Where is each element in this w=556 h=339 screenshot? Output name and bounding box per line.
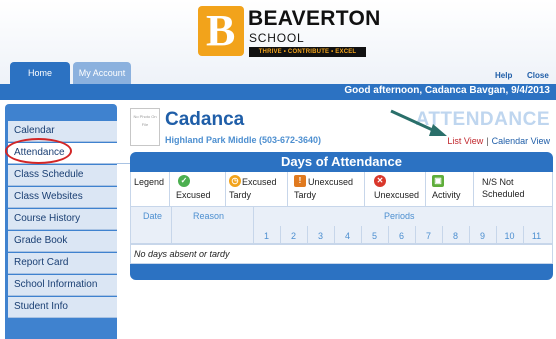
legend-label-cell: Legend [131,172,170,206]
period-number: 9 [479,231,485,241]
legend-text: Excused [242,177,277,187]
period-number: 3 [317,231,323,241]
sidebar-item-class-schedule[interactable]: Class Schedule [8,165,117,186]
logo-mark-icon: B [198,6,244,56]
legend-label: Legend [134,177,165,187]
attendance-panel: No Photo On File Cadanca Highland Park M… [127,104,556,282]
period-number: 7 [425,231,431,241]
sidebar-item-course-history[interactable]: Course History [8,209,117,230]
empty-message: No days absent or tardy [130,244,553,264]
table-footer [130,264,553,280]
sidebar-item-grade-book[interactable]: Grade Book [8,231,117,252]
legend-text: Tardy [229,190,252,200]
legend-excused-tardy: ◷ Excused Tardy [226,172,288,206]
greeting-text: Good afternoon, Cadanca Bavgan, 9/4/2013 [344,85,550,96]
list-view-link[interactable]: List View [447,136,483,146]
legend-text: Unexcused [374,190,420,200]
column-header-date: Date [143,211,163,221]
highlight-circle [5,138,72,164]
sidebar-item-student-info[interactable]: Student Info [8,297,117,318]
legend-text: Tardy [294,190,317,200]
check-circle-icon: ✓ [178,175,190,187]
legend-text: Unexcused [308,177,354,187]
view-switcher: List View | Calendar View [447,136,550,146]
clock-icon: ◷ [229,175,241,187]
period-number: 6 [398,231,404,241]
logo-tagline: THRIVE • CONTRIBUTE • EXCEL [249,47,366,57]
tab-home[interactable]: Home [10,62,70,84]
pointer-arrow-icon [390,109,447,136]
legend-unexcused-tardy: ! Unexcused Tardy [288,172,365,206]
legend-text: Excused [176,190,211,200]
period-number: 5 [371,231,377,241]
table-title: Days of Attendance [130,152,553,172]
x-circle-icon: ✕ [374,175,386,187]
greeting-bar: Good afternoon, Cadanca Bavgan, 9/4/2013 [0,84,556,100]
logo-title: BEAVERTON [248,7,381,30]
close-link[interactable]: Close [527,71,549,80]
legend-not-scheduled: N/S Not Scheduled [474,172,554,206]
help-link[interactable]: Help [495,71,512,80]
period-number: 8 [452,231,458,241]
period-number: 10 [504,231,515,241]
view-separator: | [486,136,489,146]
legend-text: Activity [432,190,461,200]
column-divider [171,207,172,245]
tab-my-account[interactable]: My Account [73,62,131,84]
student-name: Cadanca [165,109,245,130]
logo-letter: B [206,6,236,55]
period-number: 4 [344,231,350,241]
legend-row: Legend ✓ Excused ◷ Excused Tardy ! Unexc… [130,172,553,206]
column-header-reason: Reason [193,211,225,221]
activity-icon: ▣ [432,175,444,187]
sidebar-item-class-websites[interactable]: Class Websites [8,187,117,208]
student-photo: No Photo On File [130,108,160,146]
sidebar-item-school-information[interactable]: School Information [8,275,117,296]
period-number: 11 [531,231,542,241]
period-number: 1 [263,231,269,241]
legend-text: N/S Not [482,177,514,187]
legend-excused: ✓ Excused [170,172,226,206]
warning-icon: ! [294,175,306,187]
sidebar-item-report-card[interactable]: Report Card [8,253,117,274]
column-header-periods: Periods [384,211,415,221]
legend-text: Scheduled [482,189,525,199]
site-header: B BEAVERTON SCHOOL DISTRICT THRIVE • CON… [0,0,556,84]
table-header-row: Date Reason Periods 1 2 3 4 5 6 7 8 9 10… [130,206,553,245]
district-logo[interactable]: B BEAVERTON SCHOOL DISTRICT THRIVE • CON… [198,6,380,59]
calendar-view-link[interactable]: Calendar View [492,136,550,146]
legend-unexcused: ✕ Unexcused [365,172,426,206]
period-number: 2 [290,231,296,241]
legend-activity: ▣ Activity [426,172,474,206]
school-info: Highland Park Middle (503-672-3640) [165,135,322,145]
